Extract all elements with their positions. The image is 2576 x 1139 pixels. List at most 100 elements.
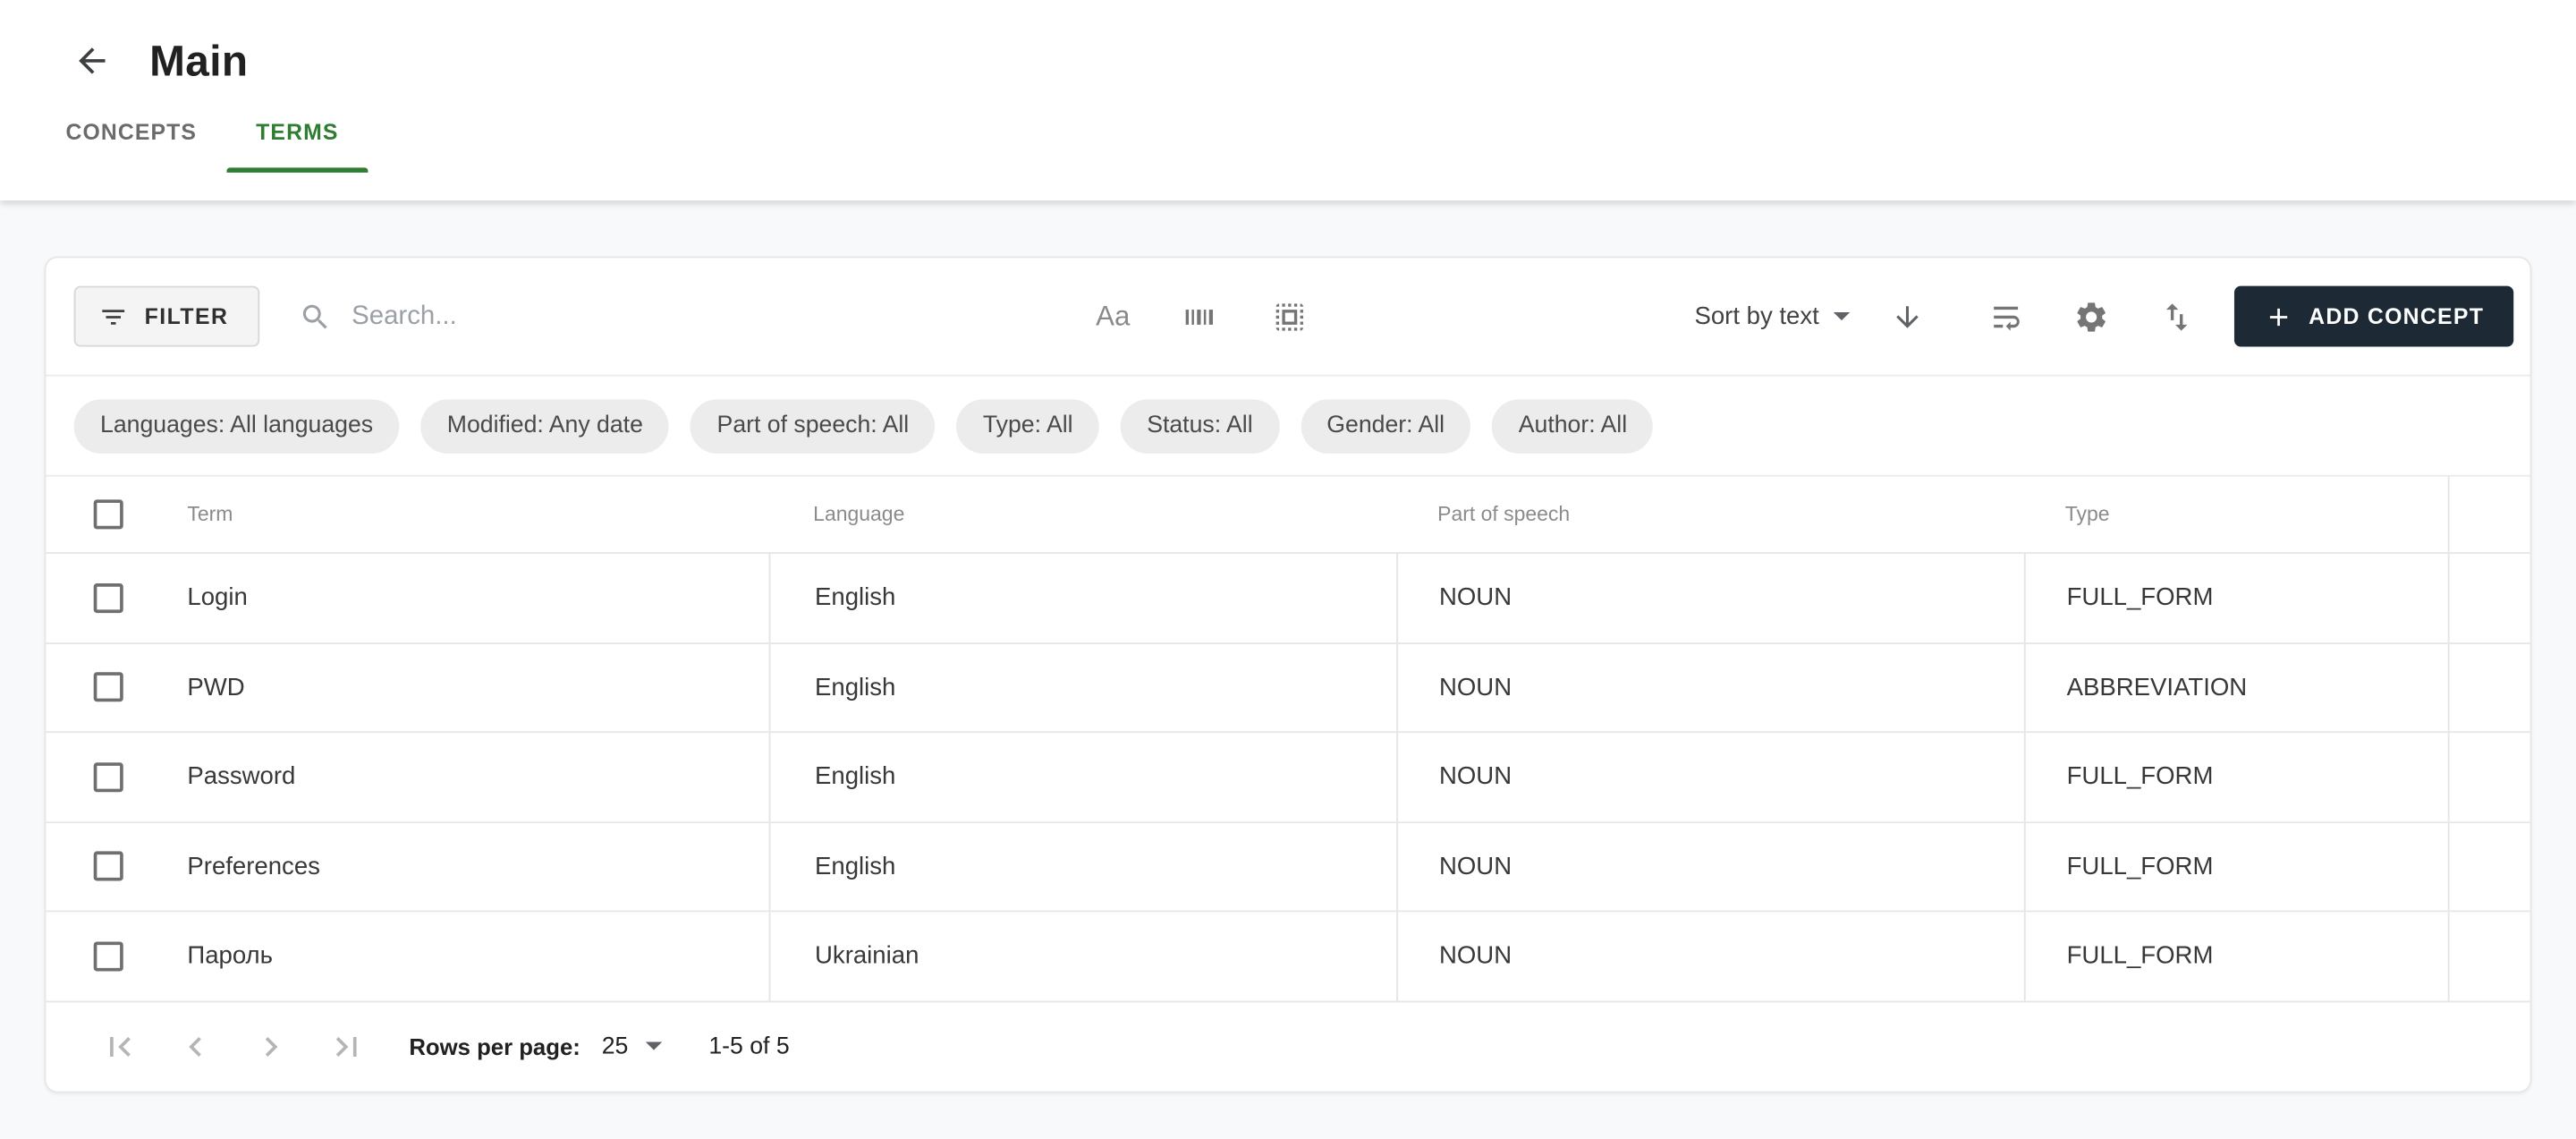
filter-chip[interactable]: Status: All	[1121, 398, 1279, 453]
term-cell: PWD	[46, 643, 768, 731]
terms-table: Term Language Part of speech Type Login E…	[46, 477, 2529, 1002]
page-header: Main CONCEPTS TERMS	[0, 0, 2576, 200]
type-cell: FULL_FORM	[2024, 733, 2448, 820]
arrow-downward-icon	[1892, 300, 1925, 333]
wrap-text-icon	[1988, 298, 2024, 334]
type-text: FULL_FORM	[2067, 583, 2214, 611]
row-checkbox[interactable]	[94, 583, 123, 613]
column-header-language-label: Language	[813, 503, 904, 526]
filter-chip[interactable]: Part of speech: All	[691, 398, 935, 453]
add-concept-button[interactable]: ADD CONCEPT	[2234, 286, 2513, 347]
page-title: Main	[149, 35, 248, 86]
chevron-right-icon	[251, 1026, 291, 1066]
last-page-icon	[327, 1026, 367, 1066]
rows-per-page-value[interactable]: 25	[602, 1033, 629, 1058]
select-all-toggle[interactable]	[1268, 295, 1311, 338]
sort-label: Sort by text	[1694, 302, 1818, 330]
column-header-pos-label: Part of speech	[1437, 503, 1570, 526]
pos-text: NOUN	[1439, 763, 1512, 791]
type-text: ABBREVIATION	[2067, 674, 2248, 701]
first-page-button[interactable]	[100, 1026, 140, 1066]
page-range-label: 1-5 of 5	[708, 1033, 789, 1058]
app-window: Main CONCEPTS TERMS FILTER Aa	[0, 0, 2576, 1139]
term-cell: Password	[46, 733, 768, 820]
plus-icon	[2265, 302, 2294, 331]
column-header-term-label: Term	[187, 503, 233, 526]
previous-page-button[interactable]	[176, 1026, 216, 1066]
tab-concepts-label: CONCEPTS	[65, 119, 197, 144]
term-cell: Пароль	[46, 912, 768, 999]
import-export-button[interactable]	[2156, 295, 2199, 338]
case-sensitivity-toggle[interactable]: Aa	[1096, 300, 1130, 333]
term-text: PWD	[187, 674, 244, 701]
filter-chip[interactable]: Languages: All languages	[74, 398, 400, 453]
barcode-toggle[interactable]	[1178, 295, 1221, 338]
table-row[interactable]: Password English NOUN FULL_FORM	[46, 733, 2529, 822]
table-row[interactable]: Пароль Ukrainian NOUN FULL_FORM	[46, 912, 2529, 1001]
language-text: English	[815, 763, 895, 791]
language-cell: English	[769, 643, 1397, 731]
language-cell: English	[769, 733, 1397, 820]
row-checkbox[interactable]	[94, 673, 123, 702]
content-area: FILTER Aa	[0, 200, 2576, 1139]
sort-dropdown[interactable]: Sort by text	[1694, 302, 1850, 330]
row-checkbox[interactable]	[94, 762, 123, 792]
type-text: FULL_FORM	[2067, 942, 2214, 970]
chevron-left-icon	[176, 1026, 216, 1066]
term-text: Пароль	[187, 942, 273, 970]
pos-cell: NOUN	[1396, 733, 2024, 820]
term-text: Login	[187, 583, 247, 611]
table-row[interactable]: Preferences English NOUN FULL_FORM	[46, 822, 2529, 912]
pos-text: NOUN	[1439, 583, 1512, 611]
table-header-row: Term Language Part of speech Type	[46, 477, 2529, 554]
filter-chip[interactable]: Gender: All	[1301, 398, 1471, 453]
filter-chip[interactable]: Type: All	[956, 398, 1098, 453]
pos-cell: NOUN	[1396, 554, 2024, 642]
tab-terms[interactable]: TERMS	[226, 90, 368, 173]
column-header-extra	[2448, 477, 2530, 552]
type-cell: FULL_FORM	[2024, 822, 2448, 910]
toolbar: FILTER Aa	[46, 258, 2529, 376]
select-all-checkbox[interactable]	[94, 499, 123, 529]
filter-chip[interactable]: Author: All	[1492, 398, 1653, 453]
pos-cell: NOUN	[1396, 912, 2024, 999]
next-page-button[interactable]	[251, 1026, 291, 1066]
tab-concepts[interactable]: CONCEPTS	[36, 90, 226, 173]
column-header-term: Term	[46, 477, 768, 552]
language-text: Ukrainian	[815, 942, 919, 970]
extra-cell	[2448, 822, 2530, 910]
extra-cell	[2448, 554, 2530, 642]
extra-cell	[2448, 733, 2530, 820]
chevron-down-icon	[1834, 312, 1850, 320]
table-row[interactable]: LoginEnglishNOUNFULL_FORM	[46, 554, 2529, 643]
type-cell: FULL_FORM	[2024, 554, 2448, 642]
column-header-language: Language	[769, 477, 1397, 552]
pos-cell: NOUN	[1396, 822, 2024, 910]
barcode-icon	[1181, 298, 1216, 334]
column-header-type: Type	[2024, 477, 2448, 552]
rows-per-page-label: Rows per page:	[409, 1033, 580, 1058]
first-page-icon	[100, 1026, 140, 1066]
sort-direction-button[interactable]	[1886, 295, 1929, 338]
filter-button[interactable]: FILTER	[74, 286, 260, 347]
pos-text: NOUN	[1439, 674, 1512, 701]
term-cell: Preferences	[46, 822, 768, 910]
last-page-button[interactable]	[327, 1026, 367, 1066]
language-text: English	[815, 853, 895, 880]
row-checkbox[interactable]	[94, 852, 123, 881]
back-button[interactable]	[72, 41, 112, 81]
filter-chip[interactable]: Modified: Any date	[420, 398, 669, 453]
table-row[interactable]: PWD English NOUN ABBREVIATION	[46, 643, 2529, 733]
search-input[interactable]	[352, 302, 877, 331]
tab-bar: CONCEPTS TERMS	[0, 90, 2576, 173]
toolbar-mid-icons: Aa	[1096, 295, 1310, 338]
type-text: FULL_FORM	[2067, 763, 2214, 791]
pos-text: NOUN	[1439, 853, 1512, 880]
import-export-icon	[2159, 298, 2195, 334]
select-all-icon	[1271, 298, 1307, 334]
row-checkbox[interactable]	[94, 941, 123, 971]
rows-per-page-caret-icon[interactable]	[647, 1041, 663, 1050]
settings-button[interactable]	[2071, 295, 2114, 338]
term-text: Password	[187, 763, 295, 791]
wrap-text-button[interactable]	[1985, 295, 2028, 338]
